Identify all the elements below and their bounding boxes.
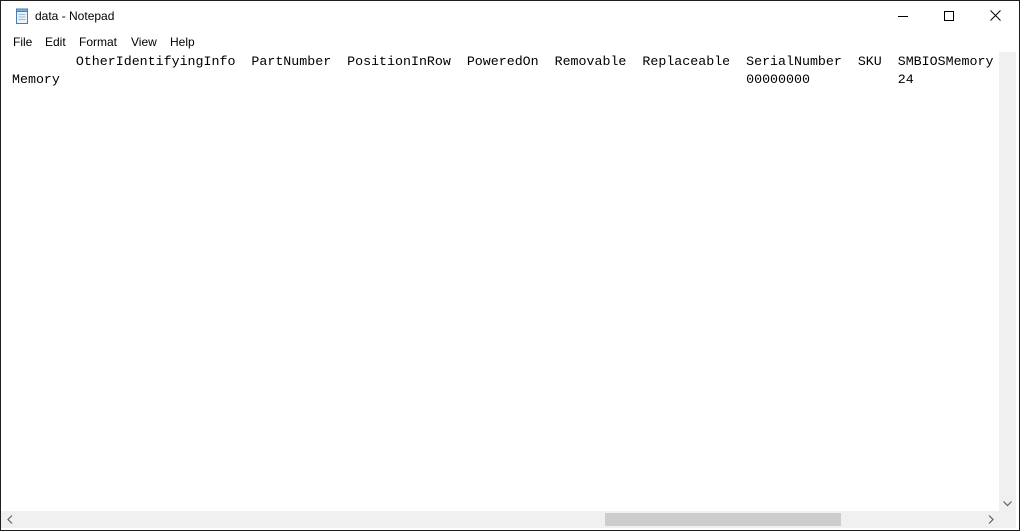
menu-view[interactable]: View	[131, 35, 157, 49]
maximize-icon	[944, 8, 954, 26]
chevron-left-icon	[6, 511, 13, 529]
menu-file[interactable]: File	[13, 35, 32, 49]
window-title: data - Notepad	[35, 9, 115, 23]
minimize-icon	[898, 8, 908, 26]
vertical-scrollbar[interactable]	[999, 52, 1016, 511]
menu-edit[interactable]: Edit	[45, 35, 66, 49]
scroll-down-button[interactable]	[999, 494, 1016, 511]
chevron-down-icon	[1003, 494, 1012, 512]
scroll-left-button[interactable]	[1, 511, 18, 528]
close-button[interactable]	[972, 1, 1018, 32]
scrollbar-corner	[999, 511, 1016, 528]
chevron-right-icon	[988, 511, 994, 529]
title-bar[interactable]: data - Notepad	[1, 1, 1019, 32]
scrollbar-thumb[interactable]	[605, 513, 841, 526]
text-line: Memory 00000000 24	[12, 72, 914, 87]
minimize-button[interactable]	[880, 1, 926, 32]
horizontal-scrollbar[interactable]	[1, 511, 999, 528]
scroll-right-button[interactable]	[982, 511, 999, 528]
notepad-icon	[14, 8, 30, 25]
menu-help[interactable]: Help	[170, 35, 195, 49]
menu-bar: File Edit Format View Help	[1, 32, 1019, 52]
text-editor[interactable]: OtherIdentifyingInfo PartNumber Position…	[1, 52, 999, 511]
text-line: OtherIdentifyingInfo PartNumber Position…	[12, 54, 994, 69]
maximize-button[interactable]	[926, 1, 972, 32]
notepad-window: data - Notepad File Edit Format View Hel…	[0, 0, 1020, 531]
close-icon	[989, 8, 1001, 26]
menu-format[interactable]: Format	[79, 35, 117, 49]
